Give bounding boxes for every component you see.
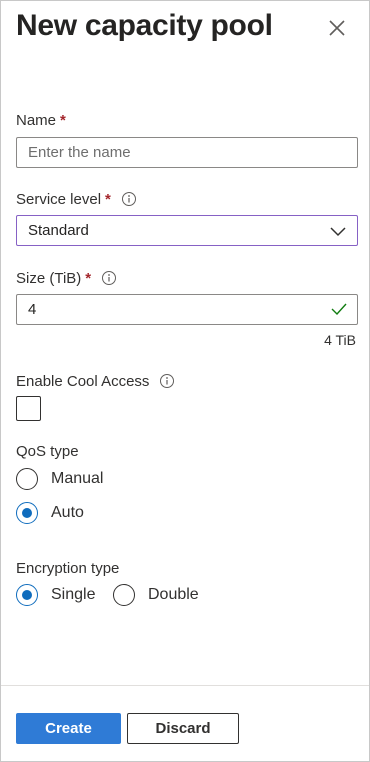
radio-label: Single	[51, 586, 96, 603]
checkmark-icon	[331, 303, 347, 315]
radio-circle	[113, 584, 135, 606]
qos-type-label-row: QoS type	[16, 441, 79, 461]
encryption-option-double[interactable]: Double	[113, 584, 199, 606]
size-field	[16, 294, 358, 325]
qos-option-manual[interactable]: Manual	[16, 468, 103, 490]
footer-divider	[1, 685, 369, 686]
encryption-option-single[interactable]: Single	[16, 584, 95, 606]
name-label: Name	[16, 111, 57, 129]
radio-circle-selected	[16, 502, 38, 524]
size-hint: 4 TiB	[324, 332, 356, 348]
radio-label: Manual	[51, 470, 104, 487]
info-icon[interactable]	[101, 270, 117, 286]
required-marker: *	[60, 111, 66, 129]
size-input[interactable]	[16, 294, 358, 325]
service-level-label-row: Service level *	[16, 189, 137, 209]
service-level-value: Standard	[28, 222, 89, 239]
radio-label: Auto	[51, 504, 84, 521]
required-marker: *	[105, 190, 111, 208]
radio-circle-selected	[16, 584, 38, 606]
qos-option-auto[interactable]: Auto	[16, 502, 84, 524]
service-level-label: Service level	[16, 190, 102, 208]
page-title: New capacity pool	[16, 9, 273, 42]
radio-label: Double	[148, 586, 199, 603]
cool-access-label-row: Enable Cool Access	[16, 371, 175, 391]
discard-button[interactable]: Discard	[127, 713, 239, 744]
info-icon[interactable]	[121, 191, 137, 207]
capacity-pool-panel: New capacity pool Name * Service level *…	[0, 0, 370, 762]
info-icon[interactable]	[159, 373, 175, 389]
service-level-dropdown[interactable]: Standard	[16, 215, 358, 246]
size-label: Size (TiB)	[16, 269, 82, 287]
qos-type-label: QoS type	[16, 442, 79, 460]
radio-circle	[16, 468, 38, 490]
name-label-row: Name *	[16, 110, 66, 130]
name-input[interactable]	[16, 137, 358, 168]
create-button[interactable]: Create	[16, 713, 121, 744]
chevron-down-icon	[330, 227, 346, 237]
required-marker: *	[85, 269, 92, 287]
close-icon[interactable]	[327, 18, 347, 38]
encryption-type-label: Encryption type	[16, 559, 120, 577]
cool-access-checkbox[interactable]	[16, 396, 41, 421]
size-label-row: Size (TiB) *	[16, 268, 117, 288]
encryption-type-label-row: Encryption type	[16, 558, 119, 578]
cool-access-label: Enable Cool Access	[16, 372, 150, 390]
